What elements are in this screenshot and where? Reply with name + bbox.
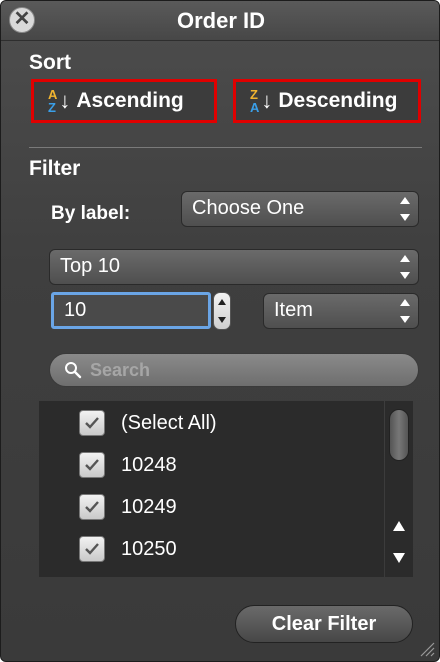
value-list: (Select All) 10248 10249 10250 bbox=[39, 401, 384, 577]
list-scrollbar[interactable] bbox=[385, 401, 413, 577]
checkmark-icon bbox=[85, 459, 99, 471]
count-stepper[interactable] bbox=[213, 292, 231, 330]
sort-descending-icon: Z A ↓ bbox=[250, 87, 273, 115]
sort-ascending-icon: A Z ↓ bbox=[48, 87, 71, 115]
unit-select-value: Item bbox=[274, 299, 313, 321]
sort-ascending-label: Ascending bbox=[76, 89, 184, 112]
list-item[interactable]: (Select All) bbox=[39, 402, 384, 444]
by-label-select[interactable]: Choose One bbox=[181, 191, 419, 227]
title-bar: ✕ Order ID bbox=[1, 1, 439, 41]
list-item[interactable]: 10248 bbox=[39, 444, 384, 486]
search-icon bbox=[65, 362, 82, 379]
clear-filter-button[interactable]: Clear Filter bbox=[235, 605, 413, 643]
checkbox[interactable] bbox=[79, 410, 105, 436]
scroll-down-icon[interactable] bbox=[393, 553, 405, 563]
list-item-label: (Select All) bbox=[121, 411, 217, 434]
updown-arrows-icon bbox=[400, 255, 410, 279]
checkbox[interactable] bbox=[79, 494, 105, 520]
divider bbox=[29, 147, 422, 148]
top-type-select-value: Top 10 bbox=[60, 255, 121, 277]
stepper-up-icon[interactable] bbox=[218, 299, 226, 305]
top-count-input[interactable] bbox=[51, 292, 211, 329]
checkmark-icon bbox=[85, 417, 99, 429]
sort-ascending-button[interactable]: A Z ↓ Ascending bbox=[31, 79, 217, 123]
updown-arrows-icon bbox=[400, 299, 410, 323]
checkmark-icon bbox=[85, 501, 99, 513]
list-item-label: 10248 bbox=[121, 453, 177, 476]
unit-select[interactable]: Item bbox=[263, 293, 419, 329]
stepper-down-icon[interactable] bbox=[218, 317, 226, 323]
by-label-select-value: Choose One bbox=[192, 197, 305, 219]
list-item-partial[interactable] bbox=[39, 570, 384, 577]
filter-section-label: Filter bbox=[29, 157, 81, 180]
sort-section-label: Sort bbox=[29, 51, 71, 74]
by-label-label: By label: bbox=[51, 203, 131, 224]
resize-grip-icon[interactable] bbox=[419, 641, 435, 657]
list-item[interactable]: 10250 bbox=[39, 528, 384, 570]
list-item-label: 10249 bbox=[121, 495, 177, 518]
sort-descending-button[interactable]: Z A ↓ Descending bbox=[233, 79, 421, 123]
top-type-select[interactable]: Top 10 bbox=[49, 249, 419, 285]
filter-popover: ✕ Order ID Sort A Z ↓ Ascending Z A ↓ De… bbox=[0, 0, 440, 662]
search-input[interactable] bbox=[90, 358, 400, 382]
search-field[interactable] bbox=[49, 353, 419, 387]
list-item-label: 10250 bbox=[121, 537, 177, 560]
window-title: Order ID bbox=[176, 8, 266, 33]
sort-descending-label: Descending bbox=[278, 89, 398, 112]
updown-arrows-icon bbox=[400, 197, 410, 221]
checkbox[interactable] bbox=[79, 536, 105, 562]
scroll-up-icon[interactable] bbox=[393, 521, 405, 531]
checkmark-icon bbox=[85, 543, 99, 555]
list-item[interactable]: 10249 bbox=[39, 486, 384, 528]
scroll-thumb[interactable] bbox=[389, 409, 409, 461]
checkbox[interactable] bbox=[79, 452, 105, 478]
